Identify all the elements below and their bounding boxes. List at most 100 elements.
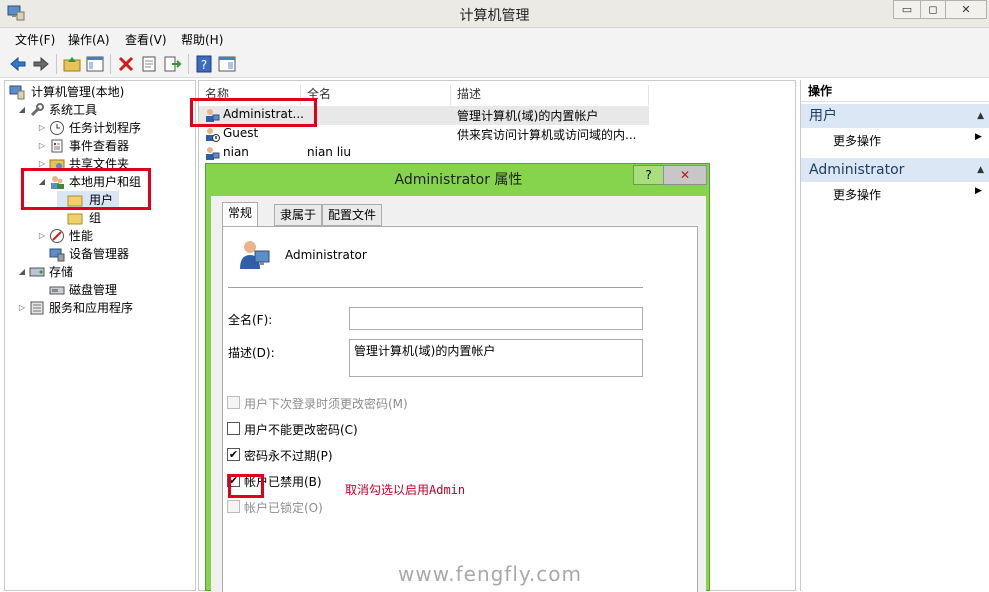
divider (228, 287, 643, 288)
disabled-user-icon (206, 128, 220, 142)
expand-icon[interactable]: ▷ (17, 299, 27, 317)
close-icon: ✕ (961, 3, 971, 16)
checkmark-icon: ✔ (227, 448, 240, 461)
menu-view[interactable]: 查看(V) (125, 31, 167, 48)
description-label: 描述(D): (228, 346, 275, 360)
performance-icon (50, 229, 64, 243)
menu-help[interactable]: 帮助(H) (181, 31, 223, 48)
clock-icon (50, 121, 64, 135)
fullname-label: 全名(F): (228, 313, 273, 327)
tree-storage-label: 存储 (49, 265, 74, 279)
back-arrow-icon[interactable] (8, 54, 28, 74)
tree-groups-label: 组 (89, 211, 102, 225)
tree-system-tools-label: 系统工具 (49, 103, 98, 117)
view-pane-icon[interactable] (217, 54, 237, 74)
tab-member-of[interactable]: 隶属于 (274, 204, 323, 226)
more-actions-administrator[interactable]: 更多操作 ▶ (833, 186, 982, 203)
restore-icon: ◻ (928, 3, 938, 16)
column-description[interactable]: 描述 (451, 85, 649, 105)
list-row-nian[interactable]: nian nian liu (199, 144, 649, 163)
expand-icon[interactable]: ▷ (37, 119, 47, 137)
column-fullname[interactable]: 全名 (301, 85, 451, 105)
dialog-close-button[interactable]: ✕ (663, 165, 707, 185)
highlight-administrator-row (190, 98, 317, 127)
fullname-input[interactable] (349, 307, 643, 330)
expand-icon[interactable]: ▷ (37, 227, 47, 245)
tree-disk-management-label: 磁盘管理 (69, 283, 118, 297)
list-row-guest[interactable]: Guest 供来宾访问计算机或访问域的内... (199, 125, 649, 144)
highlight-local-users (21, 168, 151, 210)
collapse-icon[interactable]: ◢ (17, 263, 27, 281)
tree-services-apps-label: 服务和应用程序 (49, 301, 134, 315)
checkbox-box (227, 500, 240, 513)
dialog-help-button[interactable]: ? (633, 165, 664, 185)
more-actions-label: 更多操作 (833, 188, 882, 202)
services-icon (30, 301, 44, 315)
more-actions-users[interactable]: 更多操作 ▶ (833, 132, 982, 149)
close-button[interactable]: ✕ (945, 0, 987, 19)
submenu-arrow-icon: ▶ (975, 186, 982, 196)
actions-section-administrator[interactable]: Administrator ▲ (801, 158, 989, 182)
row-description: 供来宾访问计算机或访问域的内... (457, 128, 637, 142)
properties-icon[interactable] (139, 54, 159, 74)
storage-icon (29, 267, 45, 277)
forward-arrow-icon[interactable] (31, 54, 51, 74)
watermark: www.fengfly.com (398, 562, 582, 586)
tree-device-manager-label: 设备管理器 (69, 247, 130, 261)
export-list-icon[interactable] (162, 54, 182, 74)
more-actions-label: 更多操作 (833, 134, 882, 148)
checkbox-label: 用户下次登录时须更改密码(M) (244, 397, 408, 411)
menu-action[interactable]: 操作(A) (68, 31, 110, 48)
user-account-icon (240, 241, 270, 269)
help-icon[interactable]: ? (194, 54, 214, 74)
expand-icon[interactable]: ▷ (37, 137, 47, 155)
actions-section-users[interactable]: 用户 ▲ (801, 104, 989, 128)
minimize-icon: ▭ (901, 3, 913, 16)
row-name: nian (223, 145, 249, 159)
row-name: Guest (223, 126, 259, 140)
tree-task-scheduler-label: 任务计划程序 (69, 121, 142, 135)
svg-text:?: ? (201, 58, 207, 72)
tab-general[interactable]: 常规 (222, 202, 259, 227)
checkbox-label: 密码永不过期(P) (244, 449, 333, 463)
user-icon (206, 147, 220, 160)
collapse-up-icon[interactable]: ▲ (977, 158, 984, 182)
menu-file[interactable]: 文件(F) (15, 31, 55, 48)
up-folder-icon[interactable] (62, 54, 82, 74)
console-tree: 计算机管理(本地) ◢ 系统工具 ▷ 任务计划程序 ▷ 事件查看器 ▷ 共享文件… (4, 80, 196, 591)
actions-section-administrator-label: Administrator (809, 162, 905, 178)
annotation-note: 取消勾选以启用Admin (345, 483, 466, 497)
delete-icon[interactable] (116, 54, 136, 74)
properties-dialog: Administrator 属性 ? ✕ 常规 隶属于 配置文件 Adminis… (205, 163, 710, 592)
tools-icon (30, 103, 44, 117)
actions-section-users-label: 用户 (809, 108, 837, 124)
menu-bar: 文件(F) 操作(A) 查看(V) 帮助(H) (0, 28, 989, 50)
minimize-button[interactable]: ▭ (893, 0, 921, 19)
close-icon: ✕ (679, 168, 691, 182)
tree-root-label: 计算机管理(本地) (31, 85, 125, 99)
dialog-body: 常规 隶属于 配置文件 Administrator 全名(F): 描述(D): … (211, 196, 706, 592)
submenu-arrow-icon: ▶ (975, 132, 982, 142)
dialog-username: Administrator (285, 248, 367, 262)
help-icon: ? (645, 168, 652, 182)
tree-performance-label: 性能 (69, 229, 94, 243)
description-input[interactable]: 管理计算机(域)的内置帐户 (349, 339, 643, 377)
checkbox-box (227, 396, 240, 409)
window-title: 计算机管理 (459, 8, 530, 24)
toolbar: ? (0, 50, 989, 78)
row-description: 管理计算机(域)的内置帐户 (457, 109, 599, 123)
restore-button[interactable]: ◻ (920, 0, 946, 19)
actions-pane: 操作 用户 ▲ 更多操作 ▶ Administrator ▲ 更多操作 ▶ (800, 80, 989, 591)
tab-profile[interactable]: 配置文件 (322, 204, 383, 226)
row-fullname: nian liu (307, 145, 351, 159)
collapse-up-icon[interactable]: ▲ (977, 104, 984, 128)
checkbox-label: 帐户已锁定(O) (244, 501, 323, 515)
show-hide-tree-icon[interactable] (85, 54, 105, 74)
actions-title: 操作 (801, 80, 989, 102)
general-tab-panel: Administrator 全名(F): 描述(D): 管理计算机(域)的内置帐… (222, 226, 698, 592)
checkbox-label: 用户不能更改密码(C) (244, 423, 358, 437)
window-titlebar: 计算机管理 ▭ ◻ ✕ (0, 0, 989, 28)
checkbox-box (227, 422, 240, 435)
tree-event-viewer-label: 事件查看器 (69, 139, 130, 153)
collapse-icon[interactable]: ◢ (17, 101, 27, 119)
